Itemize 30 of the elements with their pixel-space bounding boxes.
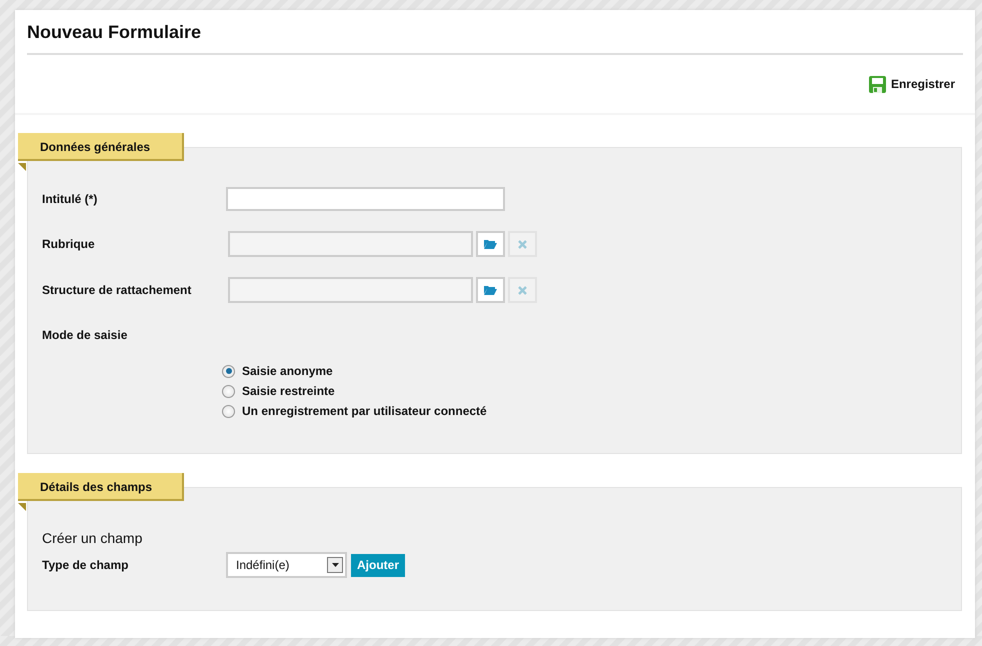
field-label: Mode de saisie — [42, 328, 128, 342]
field-label: Structure de rattachement — [42, 283, 192, 297]
folder-icon — [484, 285, 497, 295]
close-icon — [518, 286, 527, 294]
folder-icon — [484, 239, 497, 249]
input-field[interactable] — [226, 187, 505, 211]
browse-button[interactable] — [476, 277, 505, 303]
add-button[interactable]: Ajouter — [351, 554, 405, 576]
caret-icon — [332, 563, 338, 567]
ribbon-fold — [18, 163, 26, 171]
close-icon — [518, 240, 527, 248]
subheading: Créer un champ — [42, 530, 144, 546]
dropdown[interactable]: Indéfini(e) — [226, 552, 347, 578]
clear-button[interactable] — [508, 277, 537, 303]
radio-button[interactable] — [222, 384, 235, 398]
field-label: Intitulé (*) — [42, 192, 98, 206]
input-field[interactable] — [228, 277, 473, 303]
clear-button[interactable] — [508, 231, 537, 257]
radio-button[interactable] — [222, 364, 235, 378]
input-field[interactable] — [228, 231, 473, 257]
ribbon-fold — [18, 503, 26, 511]
field-label: Type de champ — [42, 558, 130, 572]
radio-button[interactable] — [222, 404, 235, 418]
field-label: Rubrique — [42, 237, 96, 251]
save-button[interactable]: Enregistrer — [868, 76, 955, 92]
option-label: Saisie restreinte — [242, 384, 335, 398]
browse-button[interactable] — [476, 231, 505, 257]
page-title: Nouveau Formulaire — [27, 22, 202, 43]
option-label: Un enregistrement par utilisateur connecté — [242, 404, 487, 418]
option-label: Saisie anonyme — [242, 364, 333, 378]
